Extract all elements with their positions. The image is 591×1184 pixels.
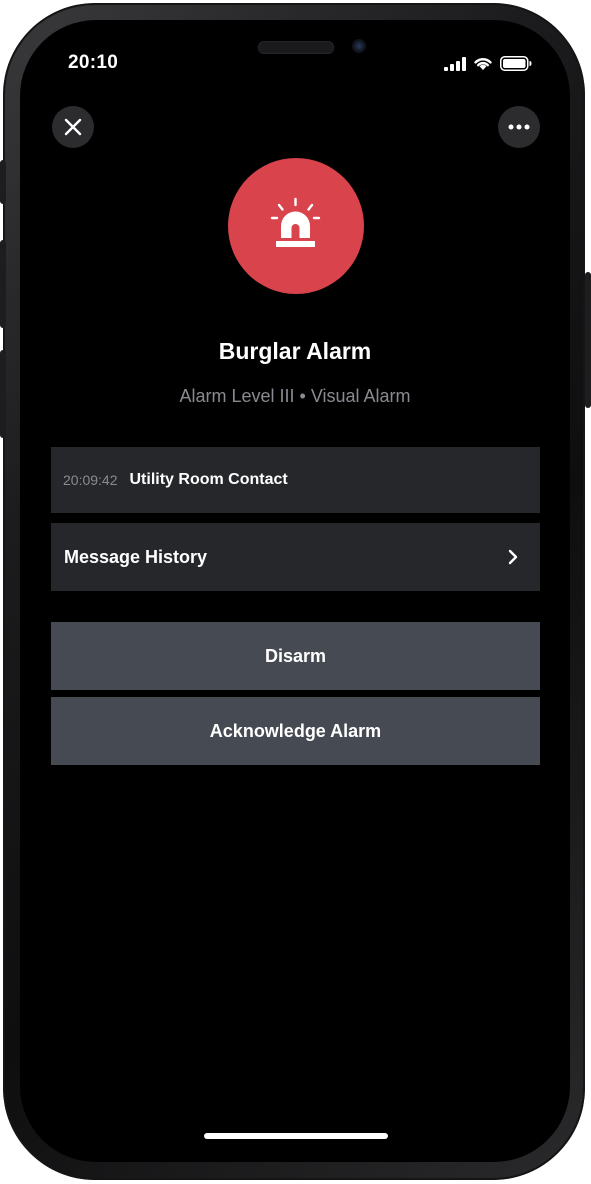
event-source: Utility Room Contact <box>129 471 288 488</box>
alarm-title: Burglar Alarm <box>218 338 372 364</box>
front-camera <box>352 39 366 53</box>
close-button[interactable] <box>52 106 94 148</box>
alarm-badge <box>228 158 364 294</box>
siren-icon <box>270 197 321 247</box>
silent-switch <box>0 160 6 204</box>
disarm-button[interactable]: Disarm <box>51 622 540 690</box>
message-history-label: Message History <box>64 546 208 567</box>
app-screen: 20:10 Burglar Alarm Alarm Level III • Vi… <box>20 20 570 1162</box>
home-indicator[interactable] <box>204 1133 388 1139</box>
more-options-button[interactable] <box>498 106 540 148</box>
cellular-signal-icon <box>444 56 466 71</box>
status-time: 20:10 <box>68 52 119 73</box>
message-history-row[interactable]: Message History <box>51 523 540 591</box>
chevron-right-icon <box>508 549 518 565</box>
event-row: 20:09:42 Utility Room Contact <box>51 447 540 513</box>
status-icons <box>444 56 532 71</box>
battery-icon <box>500 56 532 71</box>
power-button <box>585 272 591 408</box>
wifi-icon <box>474 58 492 70</box>
acknowledge-alarm-button[interactable]: Acknowledge Alarm <box>51 697 540 765</box>
event-timestamp: 20:09:42 <box>63 472 118 488</box>
close-icon <box>64 118 82 136</box>
volume-up-button <box>0 240 6 328</box>
more-icon <box>508 124 530 130</box>
alarm-subtitle: Alarm Level III • Visual Alarm <box>179 386 411 406</box>
volume-down-button <box>0 350 6 438</box>
earpiece-speaker <box>258 41 334 54</box>
